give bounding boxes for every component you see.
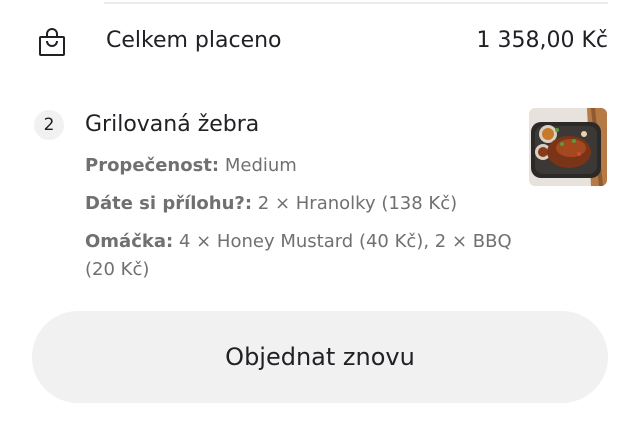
quantity-badge: 2 [34, 110, 64, 140]
option-value: Medium [224, 155, 297, 176]
item-option: Omáčka: 4 × Honey Mustard (40 Kč), 2 × B… [85, 228, 515, 284]
item-name: Grilovaná žebra [85, 112, 260, 137]
item-option: Dáte si přílohu?: 2 × Hranolky (138 Kč) [85, 190, 515, 218]
top-divider [104, 2, 608, 4]
item-option: Propečenost: Medium [85, 152, 515, 180]
reorder-button[interactable]: Objednat znovu [32, 311, 608, 403]
option-label: Dáte si přílohu?: [85, 193, 253, 214]
shopping-bag-icon [39, 28, 65, 56]
option-value: 2 × Hranolky (138 Kč) [257, 193, 458, 214]
option-label: Omáčka: [85, 231, 174, 252]
total-paid-row: Celkem placeno 1 358,00 Kč [0, 18, 640, 66]
item-image [529, 108, 607, 186]
total-paid-label: Celkem placeno [106, 28, 282, 53]
total-paid-amount: 1 358,00 Kč [476, 28, 608, 53]
option-label: Propečenost: [85, 155, 220, 176]
